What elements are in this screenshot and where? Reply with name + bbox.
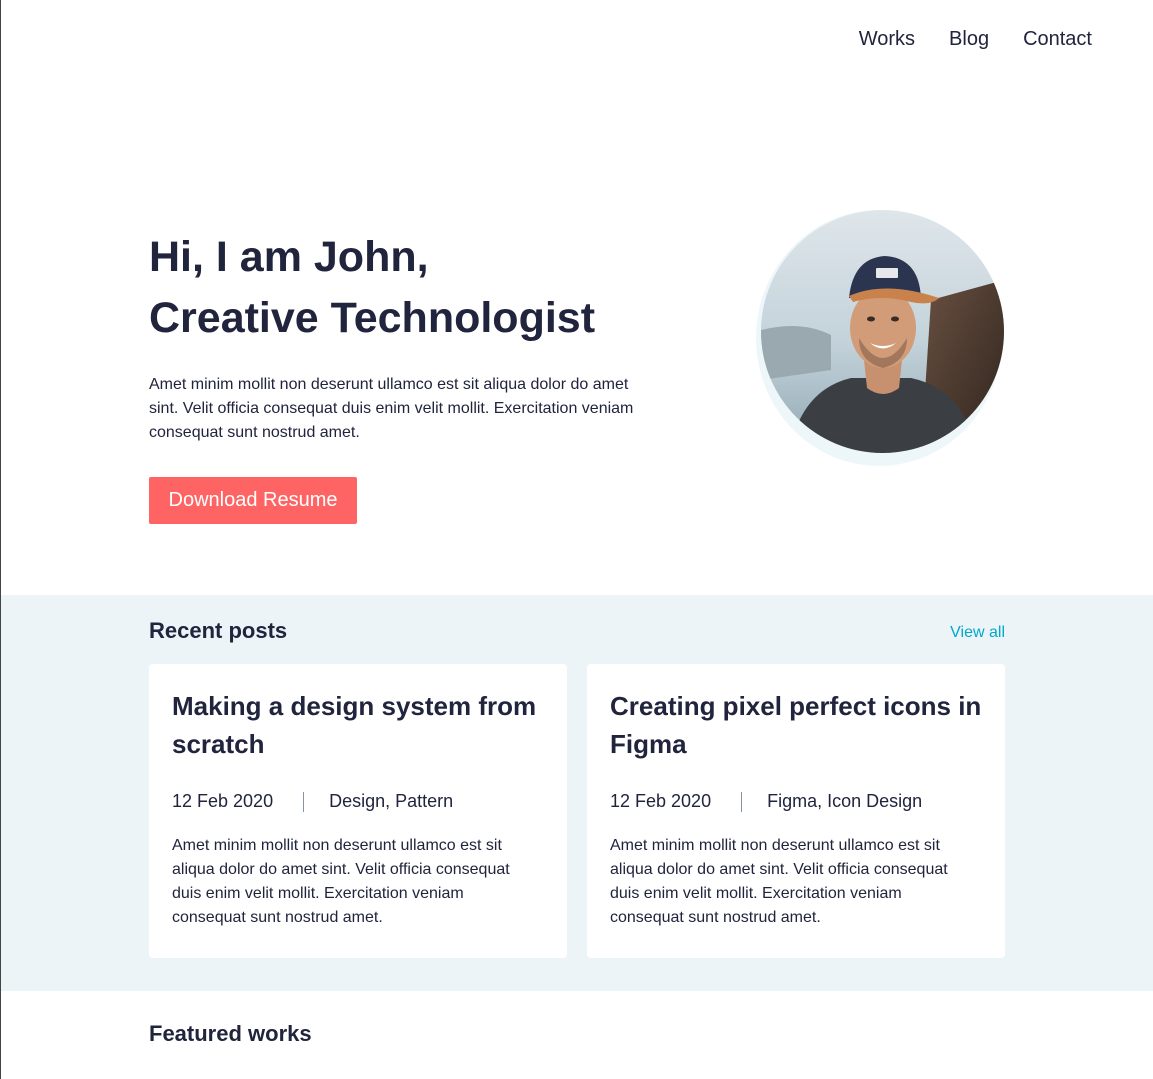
hero-title-line-2: Creative Technologist [149, 294, 596, 342]
post-excerpt: Amet minim mollit non deserunt ullamco e… [172, 837, 510, 926]
post-title[interactable]: Making a design system from scratch [172, 687, 544, 763]
nav-item-contact[interactable]: Contact [1023, 28, 1092, 51]
meta-divider [303, 791, 305, 812]
top-nav: Works Blog Contact [859, 28, 1092, 51]
post-tags: Figma, Icon Design [767, 791, 923, 811]
meta-divider [741, 791, 743, 812]
post-excerpt: Amet minim mollit non deserunt ullamco e… [610, 837, 948, 926]
recent-posts-heading: Recent posts [149, 618, 288, 643]
post-card-2[interactable]: Creating pixel perfect icons in Figma 12… [587, 664, 1005, 958]
nav-item-works[interactable]: Works [859, 28, 915, 51]
post-tags: Design, Pattern [329, 791, 454, 811]
view-all-link[interactable]: View all [950, 624, 1005, 642]
post-date: 12 Feb 2020 [172, 791, 274, 811]
post-meta: 12 Feb 2020 Figma, Icon Design [610, 791, 922, 812]
profile-photo [761, 210, 1004, 453]
hero-title-line-1: Hi, I am John, [149, 233, 429, 281]
featured-works-heading: Featured works [149, 1021, 312, 1046]
nav-item-blog[interactable]: Blog [949, 28, 989, 51]
post-title[interactable]: Creating pixel perfect icons in Figma [610, 687, 982, 763]
recent-posts-section: Recent posts View all Making a design sy… [1, 595, 1153, 991]
post-meta: 12 Feb 2020 Design, Pattern [172, 791, 453, 812]
hero-title: Hi, I am John, Creative Technologist [149, 227, 595, 349]
post-card-1[interactable]: Making a design system from scratch 12 F… [149, 664, 567, 958]
post-date: 12 Feb 2020 [610, 791, 712, 811]
avatar [761, 210, 1004, 453]
hero-description: Amet minim mollit non deserunt ullamco e… [149, 376, 634, 441]
download-resume-button[interactable]: Download Resume [149, 477, 357, 524]
